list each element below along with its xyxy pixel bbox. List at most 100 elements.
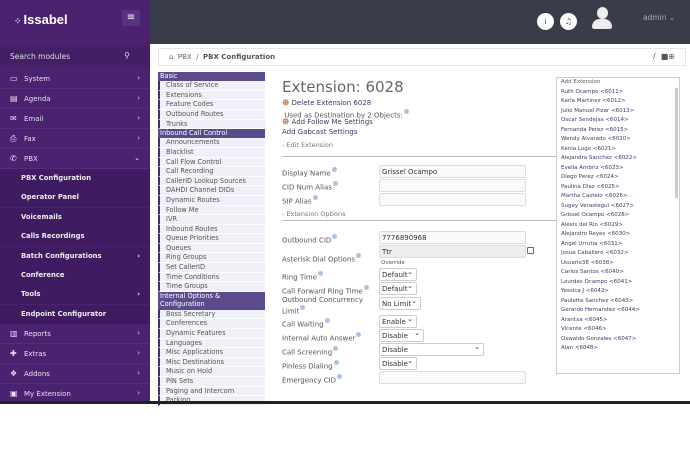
menu-item-conferences[interactable]: Conferences — [158, 319, 265, 330]
menu-item-feature-codes[interactable]: Feature Codes — [158, 100, 265, 110]
cf-ring-select[interactable]: Default — [379, 282, 417, 295]
menu-item-languages[interactable]: Languages — [158, 338, 265, 349]
menu-item-outbound-routes[interactable]: Outbound Routes — [158, 109, 265, 120]
menu-item-callerid-lookup-sources[interactable]: CallerID Lookup Sources — [158, 176, 265, 187]
menu-item-trunks[interactable]: Trunks — [158, 119, 265, 130]
sidebar-subitem-pbx-configuration[interactable]: PBX Configuration — [0, 169, 150, 188]
ring-time-select[interactable]: Default — [379, 268, 417, 281]
extension-list-item[interactable]: Kenia Lugo <6021> — [557, 145, 679, 155]
dial-options-input[interactable]: Ttr — [379, 245, 526, 258]
extension-list-item[interactable]: Fernanda Perez <6015> — [557, 126, 679, 136]
sidebar-item-reports[interactable]: ▥ Reports › — [0, 324, 150, 345]
menu-item-boss-secretary[interactable]: Boss Secretary — [158, 309, 265, 320]
extension-list-item[interactable]: Vicente <6046> — [557, 325, 679, 335]
extension-list-item[interactable]: Evelia Ambriz <6023> — [557, 164, 679, 174]
help-icon[interactable] — [333, 360, 339, 365]
extension-list-item[interactable]: Usuario38 <6038> — [557, 259, 679, 269]
extension-list-item[interactable]: Ruth Ocampo <6011> — [557, 88, 679, 98]
bell-icon[interactable]: ♫ — [560, 13, 577, 30]
menu-item-class-of-service[interactable]: Class of Service — [158, 81, 265, 91]
extension-list-item[interactable]: Alan <6048> — [557, 344, 679, 354]
call-waiting-select[interactable]: Enable — [379, 315, 417, 328]
sidebar-subitem-calls-recordings[interactable]: Calls Recordings — [0, 227, 150, 247]
menu-item-extensions[interactable]: Extensions — [158, 90, 265, 101]
extension-list-item[interactable]: Carlos Santos <6040> — [557, 268, 679, 278]
avatar[interactable] — [592, 7, 612, 31]
delete-extension-link[interactable]: ☻ Delete Extension 6028 — [282, 99, 552, 109]
menu-item-time-groups[interactable]: Time Groups — [158, 282, 265, 292]
extension-list-item[interactable]: Alexis del Rio <6029> — [557, 221, 679, 231]
help-icon[interactable] — [300, 305, 306, 310]
help-icon[interactable] — [363, 285, 369, 290]
sidebar-subitem-voicemails[interactable]: Voicemails — [0, 207, 150, 227]
extension-list[interactable]: Add Extension Ruth Ocampo <6011> Karla Mar… — [556, 77, 680, 374]
home-icon[interactable]: ⌂ — [169, 53, 173, 61]
sidebar-item-agenda[interactable]: ▤ Agenda › — [0, 89, 150, 109]
menu-item-queue-priorities[interactable]: Queue Priorities — [158, 234, 265, 244]
extension-list-item[interactable]: Gerardo Hernandez <6044> — [557, 306, 679, 316]
extension-list-item[interactable]: Oscar Sendejas <6014> — [557, 116, 679, 126]
info-icon[interactable]: i — [537, 13, 554, 30]
menu-item-misc-destinations[interactable]: Misc Destinations — [158, 357, 265, 368]
help-icon[interactable] — [331, 167, 337, 172]
extension-list-item[interactable]: Paulette Sanchez <6043> — [557, 297, 679, 307]
help-icon[interactable] — [333, 346, 339, 351]
menu-item-dynamic-routes[interactable]: Dynamic Routes — [158, 195, 265, 206]
help-icon[interactable] — [312, 195, 318, 200]
menu-item-call-recording[interactable]: Call Recording — [158, 167, 265, 177]
sidebar-item-addons[interactable]: ❖ Addons › — [0, 364, 150, 385]
breadcrumb-pbx[interactable]: PBX — [178, 53, 192, 61]
menu-item-misc-applications[interactable]: Misc Applications — [158, 348, 265, 358]
extension-list-item[interactable]: Julio Manuel Pizar <6013> — [557, 107, 679, 117]
menu-item-dynamic-features[interactable]: Dynamic Features — [158, 329, 265, 339]
display-name-input[interactable]: Grissel Ocampo — [379, 165, 526, 178]
extension-list-item[interactable]: Yessica J <6042> — [557, 287, 679, 297]
extension-list-item[interactable]: Martha Castelo <6026> — [557, 192, 679, 202]
menu-item-dahdi-channel-dids[interactable]: DAHDI Channel DIDs — [158, 186, 265, 196]
menu-item-announcements[interactable]: Announcements — [158, 138, 265, 148]
extension-list-item[interactable]: Paulina Diaz <6025> — [557, 183, 679, 193]
sidebar-item-fax[interactable]: ⎙ Fax › — [0, 129, 150, 149]
help-icon[interactable] — [356, 332, 362, 337]
outbound-cid-input[interactable]: 7776890968 — [379, 231, 526, 244]
extension-list-item[interactable]: Josue Caballero <6032> — [557, 249, 679, 259]
sidebar-subitem-tools[interactable]: Tools › — [0, 285, 150, 305]
sidebar-subitem-endpoint-configurator[interactable]: Endpoint Configurator — [0, 304, 150, 324]
user-menu[interactable]: admin ⌄ — [643, 13, 675, 22]
call-screening-select[interactable]: Disable — [379, 343, 484, 356]
extension-list-item[interactable]: Grissel Ocampo <6028> — [557, 211, 679, 221]
extension-list-item[interactable]: Arantxa <6045> — [557, 316, 679, 326]
scrollbar[interactable] — [675, 88, 678, 198]
menu-item-pin-sets[interactable]: PIN Sets — [158, 377, 265, 387]
help-icon[interactable] — [403, 108, 409, 114]
auto-answer-select[interactable]: Disable — [379, 329, 424, 342]
hamburger-icon[interactable]: ≡ — [122, 10, 140, 26]
override-checkbox[interactable] — [527, 247, 534, 254]
menu-item-time-conditions[interactable]: Time Conditions — [158, 272, 265, 283]
sip-alias-input[interactable] — [379, 193, 526, 206]
sidebar-item-system[interactable]: ▭ System › — [0, 69, 150, 89]
extension-list-item[interactable]: Oswaldo Gonzales <6047> — [557, 335, 679, 345]
search-icon[interactable]: ⚲ — [124, 51, 130, 60]
menu-item-blacklist[interactable]: Blacklist — [158, 147, 265, 158]
search-modules[interactable]: Search modules ⚲ — [0, 45, 150, 67]
help-icon[interactable] — [332, 181, 338, 186]
menu-item-music-on-hold[interactable]: Music on Hold — [158, 367, 265, 377]
menu-item-ring-groups[interactable]: Ring Groups — [158, 253, 265, 264]
sidebar-item-extras[interactable]: ✚ Extras › — [0, 344, 150, 365]
pinless-select[interactable]: Disable — [379, 357, 417, 370]
menu-item-queues[interactable]: Queues — [158, 243, 265, 254]
help-icon[interactable] — [356, 253, 362, 258]
menu-item-ivr[interactable]: IVR — [158, 215, 265, 225]
help-icon[interactable] — [332, 234, 338, 239]
help-icon[interactable] — [324, 318, 330, 323]
globe-icon[interactable]: ⊕ — [668, 52, 675, 61]
sidebar-subitem-operator-panel[interactable]: Operator Panel — [0, 188, 150, 208]
extension-list-item[interactable]: Alejandro Reyes <6030> — [557, 230, 679, 240]
cid-num-alias-input[interactable] — [379, 179, 526, 192]
sidebar-subitem-batch-configurations[interactable]: Batch Configurations › — [0, 246, 150, 266]
sidebar-subitem-conference[interactable]: Conference — [0, 266, 150, 285]
concurrency-select[interactable]: No Limit — [379, 297, 421, 310]
gabcast-link[interactable]: Add Gabcast Settings — [282, 128, 552, 138]
menu-item-inbound-routes[interactable]: Inbound Routes — [158, 224, 265, 235]
